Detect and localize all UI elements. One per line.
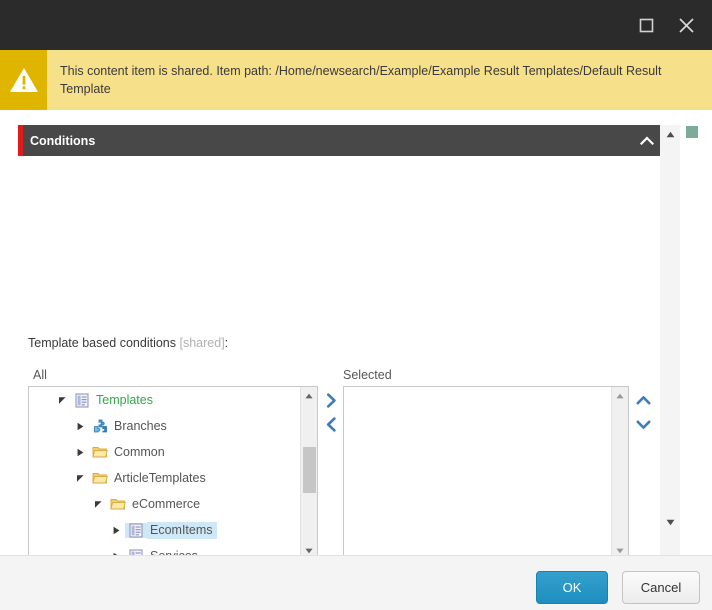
folder-icon bbox=[89, 471, 111, 485]
tree-item-label: EcomItems bbox=[147, 521, 217, 539]
tree-item[interactable]: eCommerce bbox=[29, 491, 301, 517]
status-indicator bbox=[686, 126, 698, 138]
tree-scroll-up-button[interactable] bbox=[301, 387, 317, 404]
template-conditions-label: Template based conditions [shared]: bbox=[28, 336, 228, 350]
scroll-up-arrow-icon bbox=[616, 393, 624, 398]
panel-collapse-toggle[interactable] bbox=[634, 125, 660, 156]
ok-button[interactable]: OK bbox=[536, 571, 608, 604]
tree-scroll-down-button[interactable] bbox=[301, 542, 317, 555]
tree-toggle-arrow[interactable] bbox=[107, 526, 125, 535]
tree-vertical-scrollbar[interactable] bbox=[300, 387, 317, 555]
all-column-caption: All bbox=[33, 368, 47, 382]
window-controls bbox=[626, 0, 706, 50]
warning-triangle-icon bbox=[9, 68, 38, 92]
template-conditions-shared-tag: [shared] bbox=[179, 336, 225, 350]
dialog-scroll-up-button[interactable] bbox=[660, 125, 680, 143]
tree-expanded-arrow-icon bbox=[76, 474, 84, 482]
dialog-footer: OK Cancel bbox=[0, 555, 712, 610]
chevron-up-icon bbox=[640, 136, 654, 145]
tree-item[interactable]: Common bbox=[29, 439, 301, 465]
move-up-button[interactable] bbox=[632, 388, 654, 412]
tree-item-label: Templates bbox=[96, 392, 153, 407]
tree-item[interactable]: Services bbox=[29, 543, 301, 555]
folder-icon bbox=[92, 473, 108, 484]
scroll-down-arrow-icon bbox=[616, 548, 624, 553]
selected-items-viewport bbox=[344, 387, 612, 555]
folder-icon bbox=[92, 447, 108, 458]
tree-expanded-arrow-icon bbox=[94, 500, 102, 508]
dialog-window: This content item is shared. Item path: … bbox=[0, 0, 712, 610]
chevron-down-icon bbox=[636, 420, 650, 429]
tree-item-label: eCommerce bbox=[132, 496, 201, 511]
tree-collapsed-arrow-icon bbox=[113, 526, 119, 534]
tree-item[interactable]: EcomItems bbox=[29, 517, 301, 543]
tree-item[interactable]: ArticleTemplates bbox=[29, 465, 301, 491]
tree-expanded-arrow-icon bbox=[58, 396, 66, 404]
tree-scroll-thumb[interactable] bbox=[303, 447, 316, 493]
tree-collapsed-arrow-icon bbox=[77, 422, 83, 430]
close-icon bbox=[678, 17, 694, 33]
template-conditions-label-text: Template based conditions bbox=[28, 336, 177, 350]
move-down-button[interactable] bbox=[632, 412, 654, 436]
puzzle-piece-icon bbox=[93, 419, 107, 433]
selected-scroll-up-button[interactable] bbox=[612, 387, 628, 404]
folder-icon bbox=[110, 499, 126, 510]
chevron-left-icon bbox=[326, 416, 336, 432]
tree-toggle-arrow[interactable] bbox=[71, 422, 89, 431]
remove-from-selected-button[interactable] bbox=[322, 412, 340, 436]
scroll-down-arrow-icon bbox=[305, 548, 313, 553]
cancel-button[interactable]: Cancel bbox=[622, 571, 700, 604]
dialog-scroll-down-button[interactable] bbox=[660, 513, 680, 531]
selected-column-caption: Selected bbox=[343, 368, 392, 382]
add-to-selected-button[interactable] bbox=[322, 388, 340, 412]
tree-toggle-arrow[interactable] bbox=[53, 396, 71, 405]
template-page-icon bbox=[125, 522, 147, 538]
selected-vertical-scrollbar[interactable] bbox=[611, 387, 628, 555]
panel-accent-bar bbox=[18, 125, 23, 156]
close-button[interactable] bbox=[666, 3, 706, 47]
chevron-right-icon bbox=[326, 392, 336, 408]
notification-message: This content item is shared. Item path: … bbox=[60, 64, 662, 96]
square-icon bbox=[639, 18, 653, 32]
tree-item-label: ArticleTemplates bbox=[114, 470, 206, 485]
order-buttons bbox=[632, 388, 654, 436]
template-page-icon bbox=[75, 393, 89, 407]
tree-item-label: Branches bbox=[114, 418, 167, 433]
template-conditions-label-colon: : bbox=[224, 336, 229, 350]
title-bar bbox=[0, 0, 712, 50]
tree-toggle-arrow[interactable] bbox=[71, 474, 89, 483]
puzzle-piece-icon bbox=[89, 419, 111, 433]
shared-item-notification: This content item is shared. Item path: … bbox=[0, 50, 712, 110]
template-tree-listbox[interactable]: Templates Branches Common ArticleTemplates e… bbox=[28, 386, 318, 555]
template-tree-viewport: Templates Branches Common ArticleTemplates e… bbox=[29, 387, 301, 555]
panel-title: Conditions bbox=[30, 133, 96, 148]
selected-scroll-down-button[interactable] bbox=[612, 542, 628, 555]
selected-listbox[interactable] bbox=[343, 386, 629, 555]
tree-item[interactable]: Branches bbox=[29, 413, 301, 439]
conditions-panel-body: Template based conditions [shared]: All … bbox=[0, 156, 660, 555]
notification-icon-container bbox=[0, 50, 47, 110]
template-page-icon bbox=[71, 393, 93, 408]
scroll-up-arrow-icon bbox=[666, 131, 674, 137]
dialog-vertical-scrollbar[interactable] bbox=[660, 125, 680, 555]
scroll-up-arrow-icon bbox=[305, 393, 313, 398]
tree-toggle-arrow[interactable] bbox=[71, 448, 89, 457]
folder-icon bbox=[89, 445, 111, 459]
transfer-buttons bbox=[322, 388, 340, 436]
chevron-up-icon bbox=[636, 395, 650, 404]
maximize-button[interactable] bbox=[626, 3, 666, 47]
template-page-icon bbox=[129, 523, 143, 537]
scroll-down-arrow-icon bbox=[666, 519, 674, 525]
tree-item-label: Services bbox=[147, 548, 202, 556]
tree-collapsed-arrow-icon bbox=[77, 448, 83, 456]
tree-toggle-arrow[interactable] bbox=[89, 500, 107, 509]
conditions-panel-header[interactable]: Conditions bbox=[18, 125, 670, 156]
tree-item[interactable]: Templates bbox=[29, 387, 301, 413]
template-tree-items: Templates Branches Common ArticleTemplates e… bbox=[29, 387, 301, 555]
folder-icon bbox=[107, 497, 129, 511]
tree-item-label: Common bbox=[114, 444, 165, 459]
